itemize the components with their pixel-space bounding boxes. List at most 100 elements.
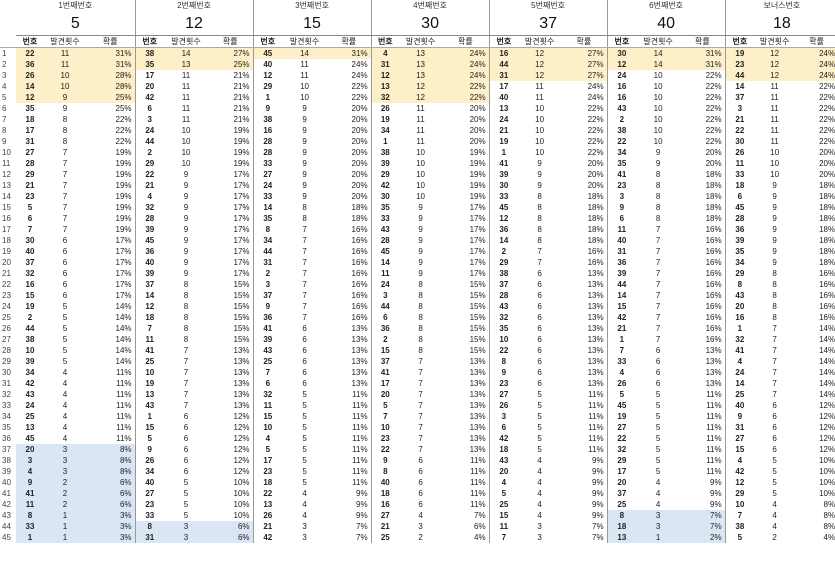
probability: 16% bbox=[705, 247, 722, 256]
probability: 16% bbox=[819, 313, 835, 322]
probability: 11% bbox=[706, 445, 722, 454]
ball-number: 14 bbox=[252, 202, 283, 213]
ball-number: 15 bbox=[252, 411, 283, 422]
probability: 31% bbox=[680, 47, 726, 59]
probability: 20% bbox=[351, 192, 368, 201]
header-percent: 확률 bbox=[795, 35, 835, 48]
ball-number: 35 bbox=[488, 323, 519, 334]
ball-number: 31 bbox=[488, 70, 519, 81]
found-count: 6 bbox=[537, 335, 542, 344]
ball-number: 1 bbox=[370, 136, 400, 147]
probability: 13% bbox=[587, 280, 604, 289]
table-row: 12 29 7 19% 22 9 17% 27 9 20% 29 10 19% 39 9 20% 41 8 18% 3… bbox=[0, 169, 835, 180]
found-count: 4 bbox=[62, 368, 68, 377]
found-count: 10 bbox=[535, 115, 545, 124]
found-count: 5 bbox=[62, 324, 68, 333]
found-count: 7 bbox=[418, 390, 423, 399]
ball-number: 32 bbox=[370, 92, 400, 103]
found-count: 8 bbox=[655, 214, 661, 223]
probability: 13% bbox=[587, 368, 604, 377]
ball-number: 20 bbox=[16, 444, 44, 455]
found-count: 3 bbox=[302, 533, 307, 542]
ball-number: 26 bbox=[488, 400, 519, 411]
found-count: 7 bbox=[418, 434, 423, 443]
found-count: 8 bbox=[655, 170, 661, 179]
found-count: 5 bbox=[655, 467, 661, 476]
found-count: 3 bbox=[44, 466, 86, 477]
probability: 18% bbox=[819, 225, 835, 234]
row-number: 22 bbox=[2, 280, 11, 289]
found-count: 1 bbox=[44, 532, 86, 543]
found-count: 9 bbox=[183, 192, 189, 201]
ball-number: 6 bbox=[488, 422, 519, 433]
ball-number: 39 bbox=[252, 334, 283, 345]
ball-number: 6 bbox=[134, 103, 165, 114]
ball-number: 12 bbox=[488, 213, 519, 224]
found-count: 10 bbox=[653, 126, 663, 135]
probability: 17% bbox=[233, 214, 250, 223]
found-count: 2 bbox=[772, 533, 777, 542]
ball-number: 3 bbox=[724, 103, 755, 114]
ball-number: 33 bbox=[252, 158, 283, 169]
probability: 9% bbox=[356, 489, 368, 498]
probability: 27% bbox=[561, 47, 608, 59]
ball-number: 34 bbox=[606, 147, 637, 158]
probability: 12% bbox=[819, 401, 835, 410]
probability: 16% bbox=[819, 280, 835, 289]
ball-number: 27 bbox=[370, 510, 400, 521]
found-count: 5 bbox=[183, 478, 189, 487]
row-number: 1 bbox=[2, 49, 7, 58]
probability: 16% bbox=[705, 280, 722, 289]
found-count: 7 bbox=[418, 357, 423, 366]
ball-number: 30 bbox=[370, 191, 400, 202]
ball-number: 37 bbox=[370, 356, 400, 367]
found-count: 9 bbox=[302, 159, 307, 168]
probability: 21% bbox=[233, 104, 250, 113]
probability: 19% bbox=[115, 181, 132, 190]
ball-number: 3 bbox=[252, 279, 283, 290]
probability: 16% bbox=[351, 236, 368, 245]
probability: 14% bbox=[819, 368, 835, 377]
ball-number: 14 bbox=[724, 81, 755, 92]
ball-number: 33 bbox=[724, 169, 755, 180]
ball-number: 18 bbox=[252, 477, 283, 488]
found-count: 6 bbox=[183, 445, 189, 454]
probability: 13% bbox=[705, 357, 722, 366]
found-count: 8 bbox=[418, 346, 423, 355]
ball-number: 19 bbox=[370, 114, 400, 125]
found-count: 9 bbox=[537, 159, 542, 168]
found-count: 11 bbox=[181, 71, 191, 80]
probability: 19% bbox=[233, 159, 250, 168]
probability: 7% bbox=[356, 533, 368, 542]
row-number: 4 bbox=[2, 82, 7, 91]
found-count: 7 bbox=[62, 192, 68, 201]
found-count: 8 bbox=[183, 324, 189, 333]
probability: 14% bbox=[819, 324, 835, 333]
found-count: 8 bbox=[655, 181, 661, 190]
row-number: 44 bbox=[2, 522, 11, 531]
probability: 31% bbox=[327, 47, 372, 59]
ball-number: 3 bbox=[134, 114, 165, 125]
ball-number: 5 bbox=[27, 203, 33, 212]
probability: 19% bbox=[115, 148, 132, 157]
ball-number: 6 bbox=[252, 378, 283, 389]
table-row: 27 38 5 14% 11 8 15% 39 6 13% 2 8 15% 10 6 13% 1 7 16% 32 7 1… bbox=[0, 334, 835, 345]
probability: 20% bbox=[351, 137, 368, 146]
probability: 18% bbox=[819, 236, 835, 245]
ball-number: 43 bbox=[724, 290, 755, 301]
row-number: 3 bbox=[2, 71, 7, 80]
found-count: 10 bbox=[416, 148, 426, 157]
ball-number: 21 bbox=[25, 181, 35, 190]
header-number: 번호 bbox=[134, 35, 165, 48]
probability: 6% bbox=[208, 532, 254, 543]
ball-number: 13 bbox=[370, 81, 400, 92]
ball-number: 9 bbox=[724, 411, 755, 422]
ball-number: 26 bbox=[252, 510, 283, 521]
found-count: 7 bbox=[302, 302, 307, 311]
table-row: 6 35 9 25% 6 11 21% 9 9 20% 26 11 20% 13 10 22% 43 10 22% 3… bbox=[0, 103, 835, 114]
ball-number: 20 bbox=[606, 477, 637, 488]
drawn-number: 15 bbox=[252, 12, 372, 36]
ball-number: 10 bbox=[724, 499, 755, 510]
found-count: 11 bbox=[770, 137, 779, 146]
ball-number: 37 bbox=[252, 290, 283, 301]
